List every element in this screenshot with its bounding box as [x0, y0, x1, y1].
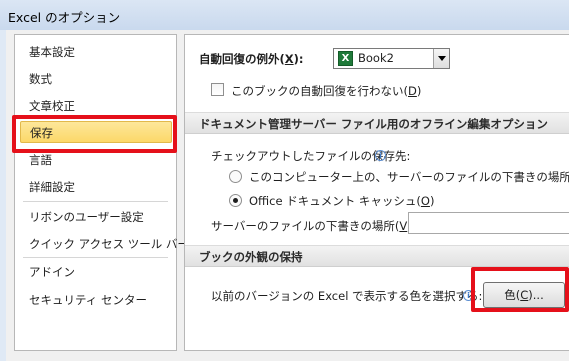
chevron-down-icon: [438, 56, 446, 61]
category-list: 基本設定 数式 文章校正 保存 言語 詳細設定 リボンのユーザー設定 クイック …: [14, 34, 189, 351]
sidebar-item-addins[interactable]: アドイン: [29, 261, 75, 283]
sidebar-item-formulas[interactable]: 数式: [29, 68, 52, 90]
highlight-colors-button: [471, 267, 569, 312]
office-cache-radio[interactable]: [229, 194, 242, 207]
server-drafts-label: このコンピューター上の、サーバーのファイルの下書きの場所(L): [249, 170, 569, 184]
sidebar-item-advanced[interactable]: 詳細設定: [29, 176, 75, 198]
offline-editing-section-header: ドキュメント管理サーバー ファイル用のオフライン編集オプション: [185, 112, 569, 134]
sidebar-divider: [23, 257, 168, 258]
drafts-location-label: サーバーのファイルの下書きの場所(V):: [211, 219, 416, 233]
sidebar-divider: [23, 201, 168, 202]
autorecover-exceptions-label: 自動回復の例外(X):: [199, 52, 304, 66]
info-icon: i: [375, 150, 386, 161]
drafts-location-input[interactable]: [408, 212, 569, 234]
office-cache-label: Office ドキュメント キャッシュ(O): [249, 194, 435, 208]
workbook-select[interactable]: X Book2: [333, 48, 450, 69]
window-title: Excel のオプション: [8, 10, 121, 25]
disable-autorecover-label: このブックの自動回復を行わない(D): [231, 84, 422, 98]
appearance-section-header: ブックの外観の保持: [185, 245, 569, 267]
sidebar-item-general[interactable]: 基本設定: [29, 41, 75, 63]
dialog-content: 基本設定 数式 文章校正 保存 言語 詳細設定 リボンのユーザー設定 クイック …: [6, 30, 569, 361]
server-drafts-radio[interactable]: [229, 170, 242, 183]
options-dialog: Excel のオプション 基本設定 数式 文章校正 保存 言語 詳細設定 リボン…: [0, 0, 569, 361]
highlight-save-item: [12, 115, 177, 153]
disable-autorecover-checkbox[interactable]: [211, 83, 224, 96]
dropdown-button[interactable]: [433, 49, 449, 68]
title-bar: Excel のオプション: [0, 0, 569, 30]
excel-workbook-icon: X: [338, 51, 353, 66]
workbook-select-value: Book2: [358, 51, 394, 65]
sidebar-item-proofing[interactable]: 文章校正: [29, 95, 75, 117]
sidebar-item-trust-center[interactable]: セキュリティ センター: [29, 289, 147, 311]
sidebar-item-quick-access-toolbar[interactable]: クイック アクセス ツール バー: [29, 233, 189, 255]
sidebar-item-customize-ribbon[interactable]: リボンのユーザー設定: [29, 206, 144, 228]
colors-label: 以前のバージョンの Excel で表示する色を選択する:: [211, 289, 483, 303]
